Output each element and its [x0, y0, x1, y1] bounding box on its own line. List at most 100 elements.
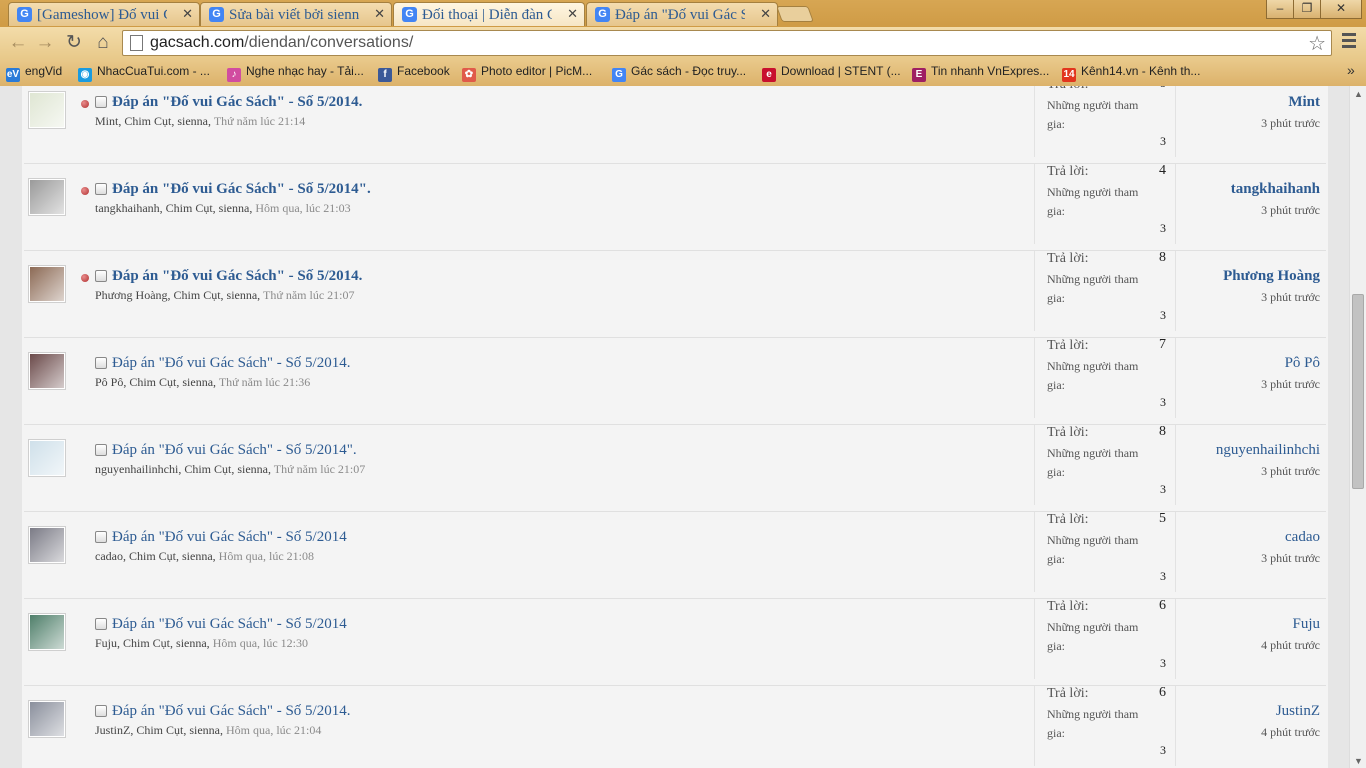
tab-answers[interactable]: G Đáp án "Đố vui Gác Sách" ✕: [586, 2, 778, 26]
conversation-title[interactable]: Đáp án "Đố vui Gác Sách" - Số 5/2014".: [112, 442, 357, 459]
bookmark-gacsach[interactable]: G Gác sách - Đọc truy...: [612, 64, 746, 82]
back-arrow-icon[interactable]: ←: [6, 31, 30, 55]
participants-label: Những người tham gia:: [1047, 272, 1139, 305]
close-tab-icon[interactable]: ✕: [567, 6, 578, 22]
last-message: cadao 3 phút trước: [1174, 512, 1320, 592]
bookmark-nhaccuatui[interactable]: ◉ NhacCuaTui.com - ...: [78, 64, 210, 82]
vnexpress-icon: E: [912, 68, 926, 82]
start-time: Hôm qua, lúc 21:03: [255, 201, 351, 215]
home-icon[interactable]: ⌂: [91, 31, 115, 55]
select-checkbox[interactable]: [95, 705, 107, 717]
bookmark-facebook[interactable]: f Facebook: [378, 64, 450, 82]
participant-names[interactable]: tangkhaihanh, Chim Cụt, sienna,: [95, 201, 252, 215]
participant-names[interactable]: Fuju, Chim Cụt, sienna,: [95, 636, 210, 650]
conversation-list: Đáp án "Đố vui Gác Sách" - Số 5/2014. Min…: [22, 86, 1328, 768]
avatar[interactable]: [28, 526, 66, 564]
tab-edit-post[interactable]: G Sửa bài viết bởi sienna | Di ✕: [200, 2, 392, 26]
scroll-down-icon[interactable]: ▼: [1354, 756, 1363, 766]
close-tab-icon[interactable]: ✕: [182, 6, 193, 22]
close-window-button[interactable]: ✕: [1320, 0, 1362, 19]
conversation-title[interactable]: Đáp án "Đố vui Gác Sách" - Số 5/2014.: [112, 268, 362, 285]
last-poster-link[interactable]: cadao: [1285, 529, 1320, 546]
participant-names[interactable]: Phương Hoàng, Chim Cụt, sienna,: [95, 288, 260, 302]
more-bookmarks-icon[interactable]: »: [1347, 62, 1355, 78]
select-checkbox[interactable]: [95, 618, 107, 630]
minimize-button[interactable]: –: [1266, 0, 1294, 19]
last-poster-link[interactable]: nguyenhailinhchi: [1216, 442, 1320, 459]
conversation-title[interactable]: Đáp án "Đố vui Gác Sách" - Số 5/2014: [112, 529, 347, 546]
close-tab-icon[interactable]: ✕: [374, 6, 385, 22]
bookmark-label: Kênh14.vn - Kênh th...: [1081, 64, 1201, 78]
url-text[interactable]: gacsach.com/diendan/conversations/: [150, 34, 413, 52]
conversation-row[interactable]: Đáp án "Đố vui Gác Sách" - Số 5/2014. Jus…: [24, 685, 1326, 768]
last-poster-link[interactable]: Fuju: [1292, 616, 1320, 633]
reload-icon[interactable]: ↻: [62, 31, 86, 55]
avatar[interactable]: [28, 91, 66, 129]
select-checkbox[interactable]: [95, 444, 107, 456]
bookmark-star-icon[interactable]: ☆: [1308, 31, 1326, 56]
address-bar[interactable]: gacsach.com/diendan/conversations/ ☆: [122, 30, 1332, 56]
avatar[interactable]: [28, 178, 66, 216]
conversation-row[interactable]: Đáp án "Đố vui Gác Sách" - Số 5/2014 Fuju…: [24, 598, 1326, 686]
scrollbar-thumb[interactable]: [1352, 294, 1364, 489]
vertical-scrollbar[interactable]: ▲ ▼: [1349, 86, 1366, 768]
new-tab-button[interactable]: [776, 6, 814, 22]
conversation-stats: Trả lời: 4 Những người tham gia: 3: [1034, 163, 1176, 244]
last-poster-link[interactable]: JustinZ: [1276, 703, 1320, 720]
conversation-title[interactable]: Đáp án "Đố vui Gác Sách" - Số 5/2014: [112, 616, 347, 633]
menu-icon[interactable]: [1342, 33, 1356, 51]
last-message-time: 3 phút trước: [1261, 551, 1320, 565]
bookmark-kenh14[interactable]: 14 Kênh14.vn - Kênh th...: [1062, 64, 1200, 82]
conversation-row[interactable]: Đáp án "Đố vui Gác Sách" - Số 5/2014". ta…: [24, 163, 1326, 251]
avatar[interactable]: [28, 265, 66, 303]
last-poster-link[interactable]: Mint: [1288, 94, 1320, 111]
avatar[interactable]: [28, 613, 66, 651]
participant-names[interactable]: Pô Pô, Chim Cụt, sienna,: [95, 375, 216, 389]
last-message: tangkhaihanh 3 phút trước: [1174, 164, 1320, 244]
bookmark-engvid[interactable]: eV engVid: [6, 64, 62, 82]
tab-conversations[interactable]: G Đối thoại | Diễn đàn Gác S ✕: [393, 2, 585, 26]
conversation-title[interactable]: Đáp án "Đố vui Gác Sách" - Số 5/2014.: [112, 703, 350, 720]
select-checkbox[interactable]: [95, 183, 107, 195]
page-content: Đáp án "Đố vui Gác Sách" - Số 5/2014. Min…: [0, 86, 1349, 768]
participant-names[interactable]: Mint, Chim Cụt, sienna,: [95, 114, 211, 128]
replies-count: 4: [1159, 163, 1166, 178]
forward-arrow-icon[interactable]: →: [33, 31, 57, 55]
bookmark-nghe-nhac[interactable]: ♪ Nghe nhạc hay - Tải...: [227, 64, 364, 82]
select-checkbox[interactable]: [95, 357, 107, 369]
unread-indicator-icon: [81, 187, 89, 195]
last-poster-link[interactable]: Phương Hoàng: [1223, 268, 1320, 285]
replies-count: 6: [1159, 86, 1166, 92]
unread-indicator-icon: [81, 274, 89, 282]
avatar[interactable]: [28, 439, 66, 477]
conversation-title[interactable]: Đáp án "Đố vui Gác Sách" - Số 5/2014".: [112, 181, 371, 198]
participant-names[interactable]: cadao, Chim Cụt, sienna,: [95, 549, 216, 563]
conversation-row[interactable]: Đáp án "Đố vui Gác Sách" - Số 5/2014". ng…: [24, 424, 1326, 512]
tab-gameshow[interactable]: G [Gameshow] Đố vui Gác S ✕: [8, 2, 200, 26]
conversation-stats: Trả lời: 6 Những người tham gia: 3: [1034, 685, 1176, 766]
last-poster-link[interactable]: Pô Pô: [1285, 355, 1320, 372]
close-tab-icon[interactable]: ✕: [760, 6, 771, 22]
last-message-time: 4 phút trước: [1261, 638, 1320, 652]
conversation-row[interactable]: Đáp án "Đố vui Gác Sách" - Số 5/2014 cada…: [24, 511, 1326, 599]
select-checkbox[interactable]: [95, 270, 107, 282]
select-checkbox[interactable]: [95, 531, 107, 543]
participant-names[interactable]: JustinZ, Chim Cụt, sienna,: [95, 723, 223, 737]
bookmark-stent[interactable]: e Download | STENT (...: [762, 64, 901, 82]
scroll-up-icon[interactable]: ▲: [1354, 89, 1363, 99]
conversation-title[interactable]: Đáp án "Đố vui Gác Sách" - Số 5/2014.: [112, 355, 350, 372]
select-checkbox[interactable]: [95, 96, 107, 108]
avatar[interactable]: [28, 352, 66, 390]
replies-label: Trả lời:: [1047, 425, 1089, 440]
maximize-button[interactable]: ❐: [1293, 0, 1321, 19]
conversation-row[interactable]: Đáp án "Đố vui Gác Sách" - Số 5/2014. Min…: [24, 86, 1326, 164]
bookmark-picmonkey[interactable]: ✿ Photo editor | PicM...: [462, 64, 592, 82]
conversation-row[interactable]: Đáp án "Đố vui Gác Sách" - Số 5/2014. Phư…: [24, 250, 1326, 338]
bookmark-vnexpress[interactable]: E Tin nhanh VnExpres...: [912, 64, 1049, 82]
conversation-row[interactable]: Đáp án "Đố vui Gác Sách" - Số 5/2014. Pô …: [24, 337, 1326, 425]
avatar-image: [30, 528, 64, 562]
last-poster-link[interactable]: tangkhaihanh: [1231, 181, 1320, 198]
conversation-title[interactable]: Đáp án "Đố vui Gác Sách" - Số 5/2014.: [112, 94, 362, 111]
participant-names[interactable]: nguyenhailinhchi, Chim Cụt, sienna,: [95, 462, 271, 476]
avatar[interactable]: [28, 700, 66, 738]
